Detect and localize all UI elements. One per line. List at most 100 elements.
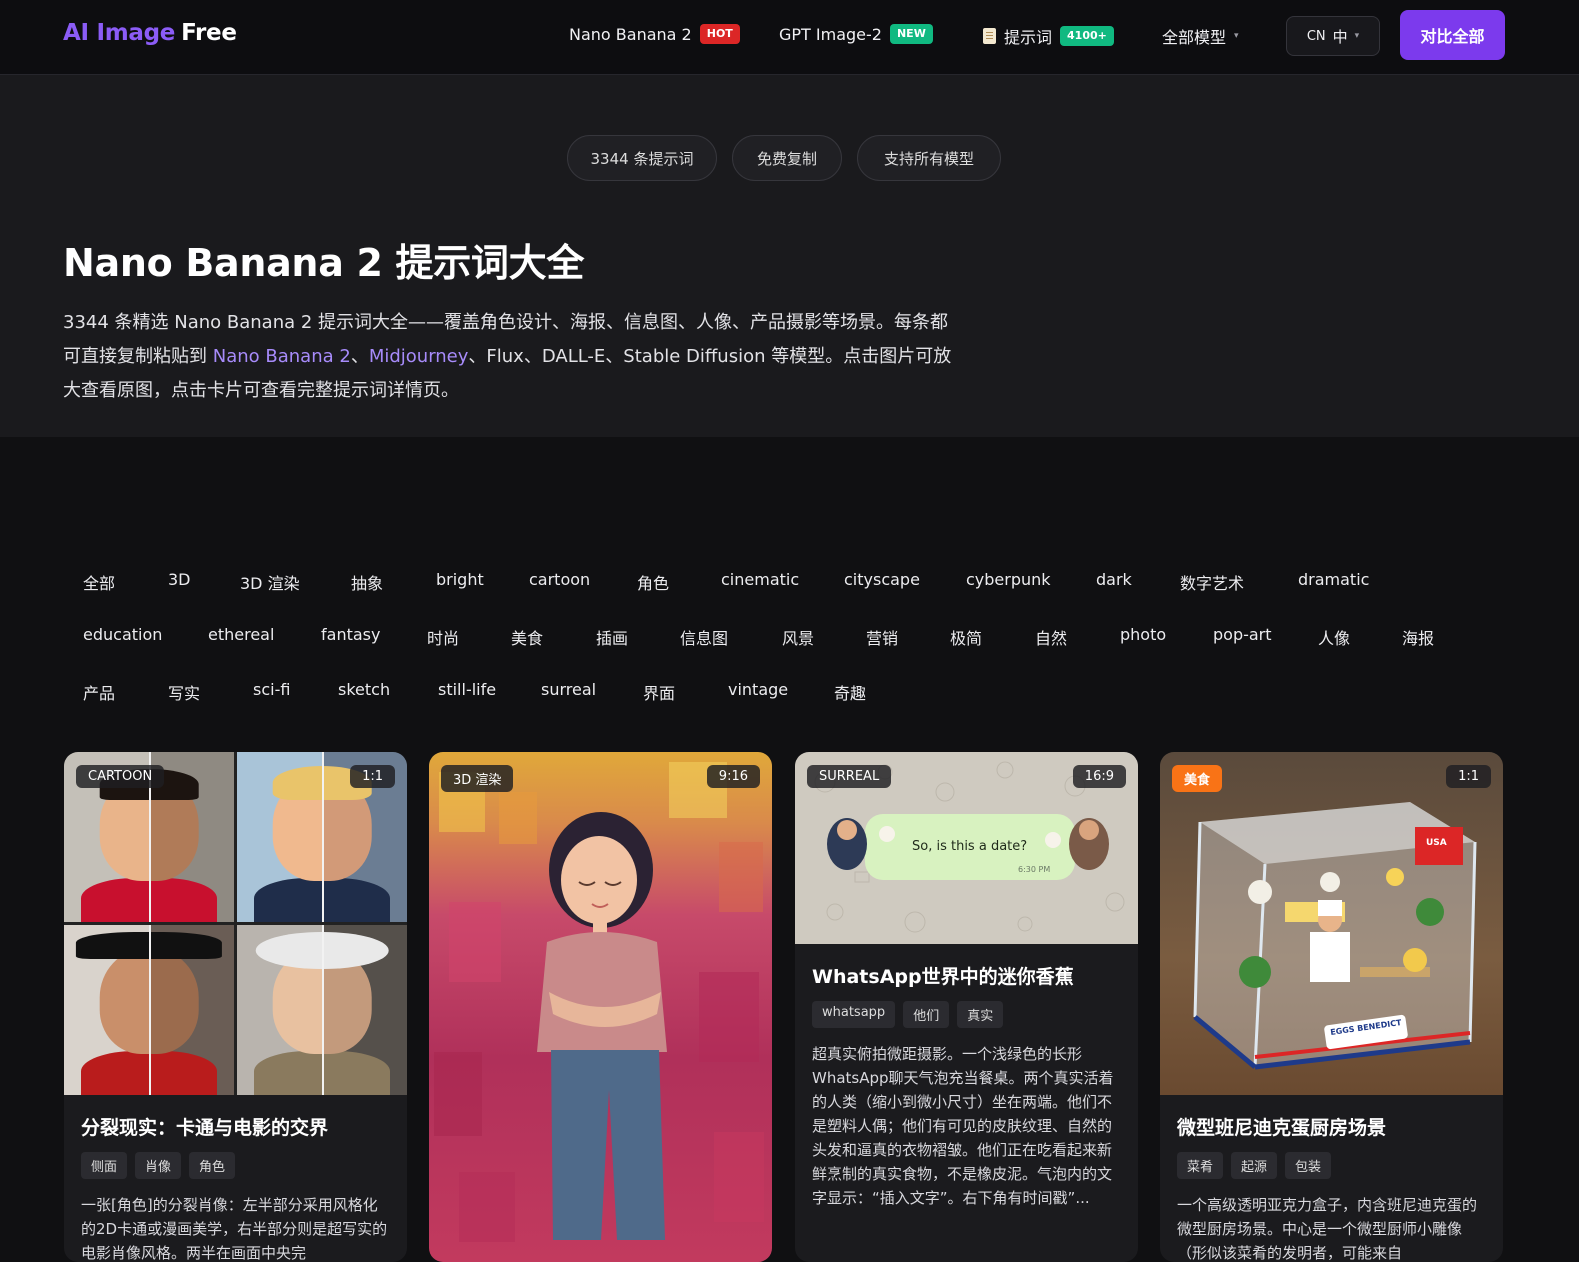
nav-link-prompts[interactable]: 提示词 4100+ <box>983 24 1114 48</box>
tag-filter[interactable]: 营销 <box>846 617 918 657</box>
prompt-card[interactable]: 3D 渲染 9:16 <box>429 752 772 1262</box>
category-chip: CARTOON <box>76 765 165 788</box>
link-midjourney[interactable]: Midjourney <box>369 346 469 367</box>
tag-filter[interactable]: sci-fi <box>233 672 310 707</box>
card-image[interactable]: USA EGGS BENEDICT 美食 1:1 <box>1160 752 1503 1095</box>
tag-filter[interactable]: dark <box>1076 562 1152 597</box>
tag-filter[interactable]: cinematic <box>701 562 819 597</box>
top-nav: AI Image Free Nano Banana 2 HOT GPT Image… <box>0 0 1579 75</box>
prompt-card[interactable]: So, is this a date? 6:30 PM SURREAL 16:9… <box>795 752 1138 1262</box>
tag-filter[interactable]: 极简 <box>930 617 1002 657</box>
tag-filter[interactable]: ethereal <box>188 617 294 652</box>
tag-filter[interactable]: 美食 <box>491 617 563 657</box>
hero-section: 3344 条提示词 免费复制 支持所有模型 Nano Banana 2 提示词大… <box>0 75 1579 437</box>
nav-link-label: Nano Banana 2 <box>569 24 692 44</box>
clay-girl-illustration <box>434 762 764 1242</box>
nav-dropdown-all-models[interactable]: 全部模型 ▾ <box>1162 24 1239 48</box>
tag-filter[interactable]: 角色 <box>617 562 689 602</box>
card-title: 分裂现实：卡通与电影的交界 <box>81 1117 329 1139</box>
tag-filter[interactable]: 时尚 <box>407 617 479 657</box>
category-chip: 美食 <box>1172 765 1223 792</box>
tag-filter[interactable]: fantasy <box>301 617 400 652</box>
keyword-tag: 角色 <box>189 1152 236 1179</box>
card-title: 微型班尼迪克蛋厨房场景 <box>1177 1117 1387 1139</box>
chat-bubble-text: So, is this a date? <box>912 839 1028 854</box>
prompt-card[interactable]: CARTOON 1:1 分裂现实：卡通与电影的交界 侧面 肖像 角色 一张[角色… <box>64 752 407 1262</box>
tag-filter[interactable]: 奇趣 <box>814 672 886 712</box>
portrait-image <box>64 925 234 1095</box>
keyword-tag: 侧面 <box>81 1152 128 1179</box>
category-chip: 3D 渲染 <box>441 765 514 792</box>
keyword-tag: 菜肴 <box>1177 1152 1224 1179</box>
keyword-tag: 他们 <box>903 1001 950 1028</box>
keyword-list: 侧面 肖像 角色 <box>81 1152 390 1179</box>
nav-link-label: 提示词 <box>1004 28 1053 47</box>
portrait-image <box>237 925 407 1095</box>
count-badge: 4100+ <box>1060 26 1114 46</box>
aspect-ratio-chip: 16:9 <box>1072 765 1126 788</box>
keyword-tag: 肖像 <box>135 1152 182 1179</box>
tag-filter[interactable]: cyberpunk <box>946 562 1071 597</box>
category-chip: SURREAL <box>807 765 892 788</box>
tag-filter[interactable]: dramatic <box>1278 562 1389 597</box>
card-image[interactable]: 3D 渲染 9:16 <box>429 752 772 1262</box>
card-description: 一个高级透明亚克力盒子，内含班尼迪克蛋的微型厨房场景。中心是一个微型厨师小雕像（… <box>1177 1196 1478 1262</box>
split-portrait-grid <box>64 752 407 1095</box>
tag-filter[interactable]: 界面 <box>623 672 695 712</box>
aspect-ratio-chip: 1:1 <box>1446 765 1491 788</box>
tag-filter[interactable]: pop-art <box>1193 617 1292 652</box>
document-icon <box>983 28 996 44</box>
compare-all-button[interactable]: 对比全部 <box>1400 10 1505 60</box>
tag-filter[interactable]: photo <box>1100 617 1186 652</box>
keyword-list: 菜肴 起源 包装 <box>1177 1152 1486 1179</box>
logo-ai-text: AI Image <box>63 20 176 46</box>
tag-filter[interactable]: 写实 <box>148 672 220 712</box>
tag-filter[interactable]: 抽象 <box>331 562 403 602</box>
tag-filter[interactable]: 人像 <box>1298 617 1370 657</box>
tag-filter[interactable]: 信息图 <box>660 617 748 657</box>
tag-filter[interactable]: surreal <box>521 672 616 707</box>
tag-filter[interactable]: 自然 <box>1015 617 1087 657</box>
card-image[interactable]: CARTOON 1:1 <box>64 752 407 1095</box>
new-badge: NEW <box>889 24 933 44</box>
keyword-tag: 真实 <box>957 1001 1004 1028</box>
tag-filter[interactable]: 数字艺术 <box>1160 562 1264 602</box>
tag-filter[interactable]: 插画 <box>576 617 648 657</box>
tag-filter[interactable]: 3D <box>148 562 211 597</box>
tag-filter[interactable]: education <box>63 617 182 652</box>
card-description: 一张[角色]的分裂肖像：左半部分采用风格化的2D卡通或漫画美学，右半部分则是超写… <box>81 1196 388 1262</box>
page-title: Nano Banana 2 提示词大全 <box>63 241 585 285</box>
tag-filter[interactable]: 海报 <box>1382 617 1454 657</box>
tag-filter[interactable]: cartoon <box>509 562 610 597</box>
logo-free-text: Free <box>181 20 237 46</box>
tag-filter[interactable]: 3D 渲染 <box>220 562 320 602</box>
tag-filter[interactable]: sketch <box>318 672 410 707</box>
prompt-card[interactable]: USA EGGS BENEDICT 美食 1:1 微型班尼迪克蛋厨房场景 菜肴 … <box>1160 752 1503 1262</box>
tag-filter[interactable]: bright <box>416 562 504 597</box>
tag-filter[interactable]: 产品 <box>63 672 135 712</box>
tag-filter[interactable]: still-life <box>418 672 516 707</box>
hero-description: 3344 条精选 Nano Banana 2 提示词大全——覆盖角色设计、海报、… <box>63 306 963 408</box>
stat-pill-all-models: 支持所有模型 <box>857 135 1001 181</box>
chevron-down-icon: ▾ <box>1354 31 1360 41</box>
nav-link-nano-banana[interactable]: Nano Banana 2 HOT <box>569 24 740 44</box>
keyword-list: whatsapp 他们 真实 <box>812 1001 1121 1028</box>
tag-filter[interactable]: 全部 <box>63 562 135 602</box>
link-nano-banana[interactable]: Nano Banana 2 <box>213 346 351 367</box>
nav-link-label: GPT Image-2 <box>779 24 882 44</box>
tag-filter[interactable]: 风景 <box>762 617 834 657</box>
card-title: WhatsApp世界中的迷你香蕉 <box>812 966 1074 988</box>
card-image[interactable]: So, is this a date? 6:30 PM SURREAL 16:9 <box>795 752 1138 944</box>
usa-sign-text: USA <box>1426 838 1447 848</box>
site-logo[interactable]: AI Image Free <box>63 20 237 46</box>
nav-link-gpt-image[interactable]: GPT Image-2 NEW <box>779 24 933 44</box>
keyword-tag: 包装 <box>1285 1152 1332 1179</box>
tag-filter[interactable]: vintage <box>708 672 808 707</box>
aspect-ratio-chip: 1:1 <box>350 765 395 788</box>
language-selector[interactable]: CN 中 ▾ <box>1286 16 1380 56</box>
stat-pill-prompt-count: 3344 条提示词 <box>567 135 717 181</box>
chevron-down-icon: ▾ <box>1234 31 1239 41</box>
chat-timestamp: 6:30 PM <box>1018 865 1051 874</box>
tag-filter[interactable]: cityscape <box>824 562 940 597</box>
hot-badge: HOT <box>699 24 740 44</box>
